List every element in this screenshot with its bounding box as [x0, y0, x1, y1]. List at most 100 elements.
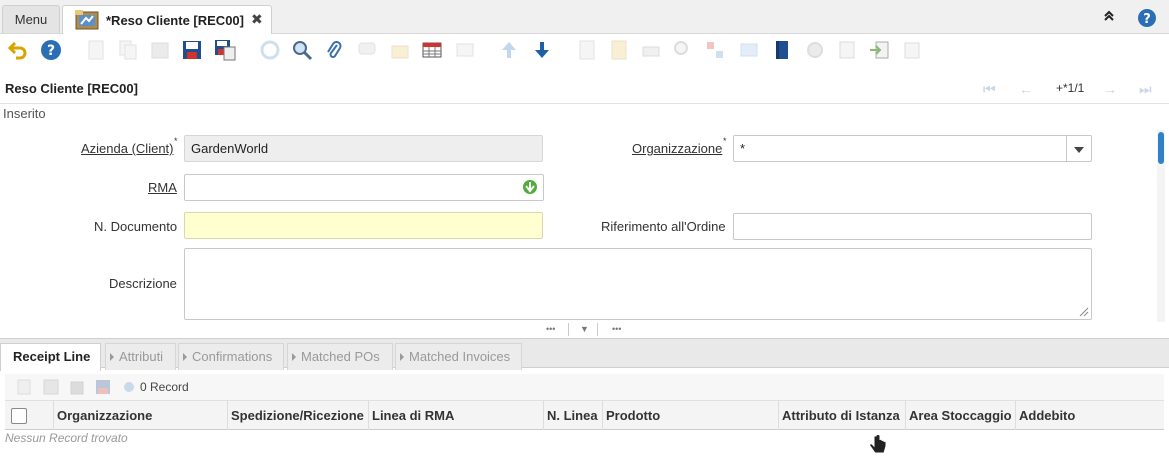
parent-icon[interactable] — [453, 38, 477, 62]
zoom-icon[interactable] — [671, 38, 695, 62]
print-preview-icon[interactable] — [607, 38, 631, 62]
client-required-mark: * — [174, 136, 178, 146]
tab-label: Attributi — [119, 349, 164, 364]
column-header[interactable]: Linea di RMA — [368, 401, 543, 430]
description-textarea[interactable] — [184, 248, 1092, 320]
column-header[interactable]: Prodotto — [602, 401, 778, 430]
order-ref-field[interactable] — [733, 213, 1092, 240]
detail-toolbar: 0 Record — [5, 374, 1164, 400]
detail-grid-header: Organizzazione Spedizione/Ricezione Line… — [5, 400, 1164, 430]
tab-matched-pos[interactable]: Matched POs — [287, 343, 393, 370]
tab-matched-invoices[interactable]: Matched Invoices — [395, 343, 522, 370]
client-field: GardenWorld — [184, 135, 543, 162]
refresh-icon[interactable] — [258, 38, 282, 62]
copy-icon[interactable] — [116, 38, 140, 62]
window-icon — [75, 10, 99, 30]
svg-text:?: ? — [47, 43, 55, 59]
first-record-icon[interactable]: ⏮ — [983, 81, 996, 98]
org-required-mark: * — [723, 136, 727, 146]
column-header[interactable]: N. Linea — [543, 401, 602, 430]
tab-label: Matched Invoices — [409, 349, 511, 364]
chevron-down-icon[interactable] — [1066, 136, 1091, 161]
splitter-divider — [597, 323, 598, 336]
tab-label: Receipt Line — [13, 349, 91, 364]
next-icon[interactable]: → — [1103, 81, 1117, 97]
workflow-icon[interactable] — [803, 38, 827, 62]
record-status: Inserito — [3, 106, 46, 121]
import-icon[interactable] — [900, 38, 924, 62]
request-icon[interactable] — [737, 38, 761, 62]
org-select[interactable]: * — [733, 135, 1092, 162]
main-toolbar: ? — [0, 34, 1169, 68]
record-title-bar: Reso Cliente [REC00] ⏮ ← +*1/1 → ⏭ — [0, 76, 1169, 104]
tab-expand-icon — [183, 353, 187, 361]
record-counter: +*1/1 — [1056, 81, 1085, 95]
column-header[interactable]: Attributo di Istanza — [778, 401, 905, 430]
empty-grid-message: Nessun Record trovato — [5, 431, 128, 445]
tab-menu[interactable]: Menu — [2, 5, 60, 33]
form-scrollbar-thumb[interactable] — [1158, 132, 1164, 164]
tab-reso-cliente[interactable]: *Reso Cliente [REC00] ✖ — [62, 5, 272, 35]
org-label[interactable]: Organizzazione — [632, 141, 722, 156]
tab-receipt-line[interactable]: Receipt Line — [0, 343, 101, 371]
archive-icon[interactable] — [388, 38, 412, 62]
chat-icon[interactable] — [355, 38, 379, 62]
window-tab-bar: Menu *Reso Cliente [REC00] ✖ ? — [0, 0, 1169, 35]
tab-expand-icon — [110, 353, 114, 361]
client-label[interactable]: Azienda (Client) — [81, 141, 174, 156]
column-header[interactable]: Spedizione/Ricezione — [227, 401, 368, 430]
record-count: 0 Record — [140, 380, 189, 394]
splitter-divider — [568, 323, 569, 336]
history-icon[interactable] — [770, 38, 794, 62]
tab-window-label: *Reso Cliente [REC00] — [106, 13, 244, 28]
process-icon[interactable] — [835, 38, 859, 62]
collapse-header-icon[interactable] — [1098, 8, 1120, 30]
column-header[interactable]: Organizzazione — [53, 401, 227, 430]
previous-record-icon[interactable] — [497, 38, 521, 62]
help-icon[interactable]: ? — [1136, 8, 1158, 30]
next-record-icon[interactable] — [530, 38, 554, 62]
column-header[interactable]: Area Stoccaggio — [905, 401, 1015, 430]
delete-icon[interactable] — [148, 38, 172, 62]
panel-splitter[interactable]: ••• ▼ ••• — [0, 323, 1169, 337]
tab-label: Matched POs — [301, 349, 380, 364]
new-icon[interactable] — [84, 38, 108, 62]
select-all-checkbox[interactable] — [11, 408, 27, 424]
description-label: Descrizione — [109, 276, 177, 291]
find-icon[interactable] — [290, 38, 314, 62]
tab-attributi[interactable]: Attributi — [105, 343, 176, 370]
doc-no-field[interactable] — [184, 212, 543, 239]
org-select-value: * — [740, 141, 746, 156]
last-record-icon[interactable]: ⏭ — [1139, 81, 1152, 98]
save-icon[interactable] — [95, 379, 111, 395]
rma-label[interactable]: RMA — [148, 180, 177, 195]
tab-expand-icon — [400, 353, 404, 361]
rma-lookup-icon[interactable] — [520, 178, 540, 196]
attachment-icon[interactable] — [322, 38, 346, 62]
previous-icon[interactable]: ← — [1019, 81, 1033, 97]
close-icon[interactable]: ✖ — [251, 11, 263, 28]
product-info-icon[interactable] — [703, 38, 727, 62]
undo-icon[interactable] — [6, 38, 30, 62]
delete-icon[interactable] — [69, 379, 85, 395]
help-icon[interactable]: ? — [39, 38, 63, 62]
print-icon[interactable] — [639, 38, 663, 62]
grid-toggle-icon[interactable] — [420, 38, 444, 62]
order-ref-label: Riferimento all'Ordine — [601, 219, 726, 234]
resize-handle-icon[interactable] — [1079, 307, 1089, 317]
save-new-icon[interactable] — [213, 38, 237, 62]
svg-text:?: ? — [1143, 12, 1151, 27]
splitter-toggle-icon[interactable]: ▼ — [580, 324, 589, 334]
new-icon[interactable] — [17, 379, 31, 395]
gear-icon[interactable] — [122, 380, 136, 394]
edit-icon[interactable] — [43, 379, 59, 395]
save-icon[interactable] — [180, 38, 204, 62]
tab-confirmations[interactable]: Confirmations — [178, 343, 284, 370]
rma-field[interactable] — [184, 174, 544, 201]
hand-cursor-icon — [869, 434, 887, 454]
export-icon[interactable] — [867, 38, 891, 62]
detail-tab-bar: Receipt Line Attributi Confirmations Mat… — [0, 338, 1169, 371]
record-title: Reso Cliente [REC00] — [5, 81, 138, 96]
column-header[interactable]: Addebito — [1015, 401, 1164, 430]
report-icon[interactable] — [575, 38, 599, 62]
